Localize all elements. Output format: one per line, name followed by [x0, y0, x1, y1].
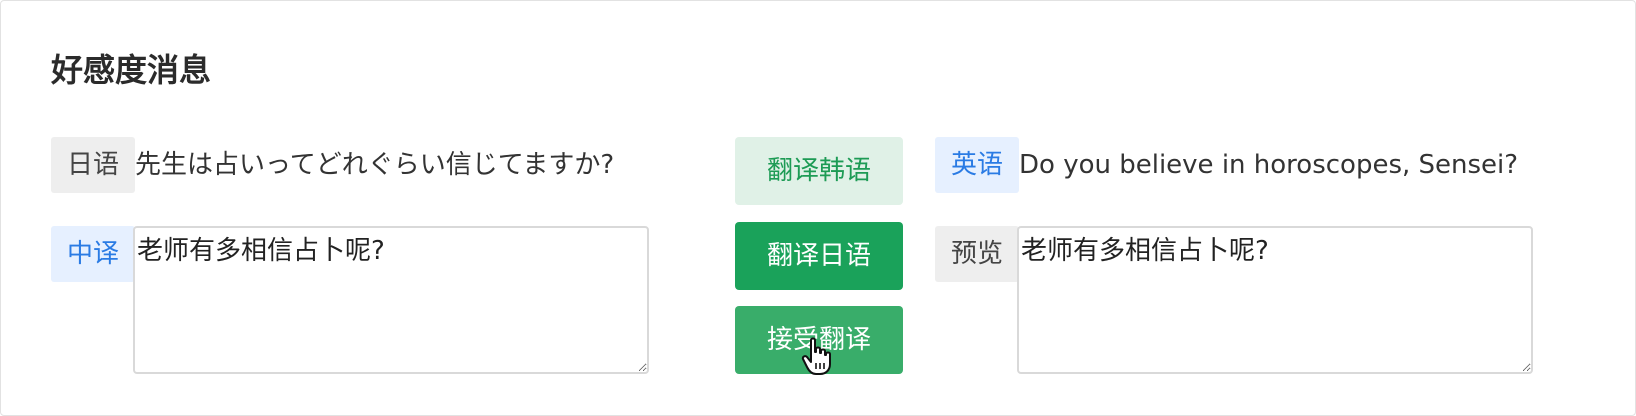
- preview-textarea[interactable]: 老师有多相信占卜呢?: [1017, 226, 1533, 374]
- english-text: Do you believe in horoscopes, Sensei?: [1019, 150, 1519, 180]
- preview-tag: 预览: [935, 226, 1019, 282]
- translation-textarea[interactable]: 老师有多相信占卜呢?: [133, 226, 649, 374]
- translate-korean-button[interactable]: 翻译韩语: [735, 137, 903, 205]
- message-card: 好感度消息 日语 先生は占いってどれぐらい信じてますか? 中译 老师有多相信占卜…: [0, 0, 1636, 416]
- accept-translation-button[interactable]: 接受翻译: [735, 306, 903, 374]
- translate-japanese-button[interactable]: 翻译日语: [735, 222, 903, 290]
- source-language-tag: 日语: [51, 137, 135, 193]
- translation-tag: 中译: [51, 226, 135, 282]
- source-text: 先生は占いってどれぐらい信じてますか?: [135, 150, 615, 180]
- section-title: 好感度消息: [51, 51, 212, 89]
- english-tag: 英语: [935, 137, 1019, 193]
